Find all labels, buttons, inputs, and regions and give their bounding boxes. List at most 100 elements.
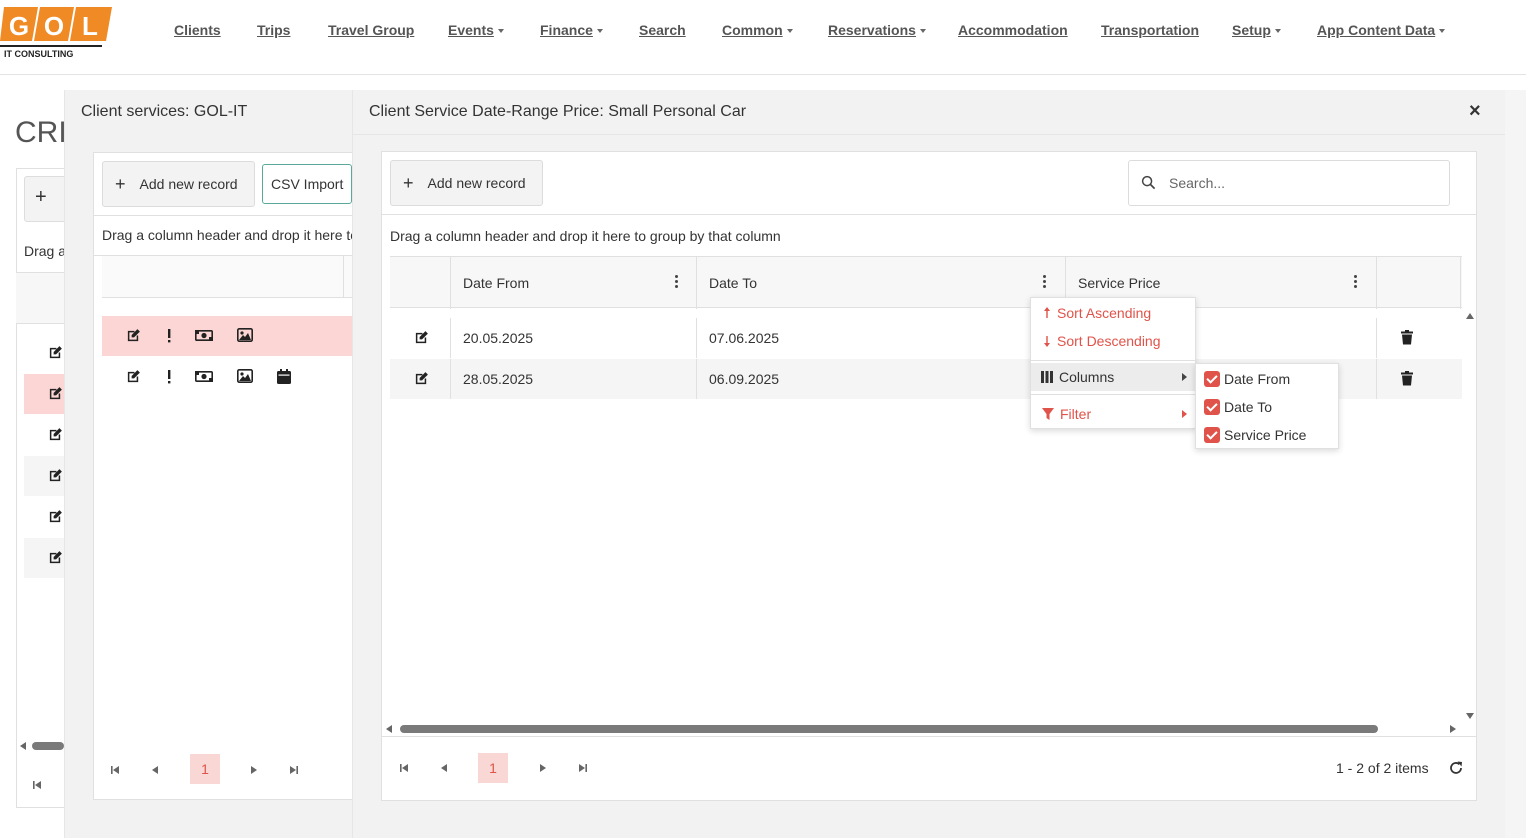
nav-app-content-data[interactable]: App Content Data [1317, 22, 1446, 38]
nav-finance[interactable]: Finance [540, 22, 603, 38]
plus-icon: + [403, 173, 414, 193]
next-page-icon[interactable] [539, 763, 547, 773]
image-icon[interactable] [237, 369, 253, 383]
scroll-left-icon[interactable] [20, 742, 26, 750]
add-new-record-button[interactable]: + Add new record [390, 160, 543, 206]
csv-import-button[interactable]: CSV Import [262, 164, 353, 204]
divider [382, 214, 1476, 215]
column-menu-icon[interactable] [1354, 275, 1358, 289]
gol-logo[interactable]: G O L IT CONSULTING [0, 5, 112, 59]
checkbox-checked-icon[interactable] [1204, 399, 1220, 415]
search-box[interactable] [1128, 160, 1450, 206]
plus-icon: + [115, 174, 126, 194]
current-page[interactable]: 1 [478, 753, 508, 783]
nav-events[interactable]: Events [448, 22, 504, 38]
vertical-scrollbar[interactable] [1464, 312, 1476, 722]
current-page[interactable]: 1 [190, 754, 220, 784]
nav-common[interactable]: Common [722, 22, 793, 38]
first-page-icon[interactable] [399, 763, 409, 773]
window-title: Client Service Date-Range Price: Small P… [369, 103, 747, 120]
first-page-icon[interactable] [110, 765, 120, 775]
nav-setup[interactable]: Setup [1232, 22, 1281, 38]
money-icon[interactable] [195, 371, 213, 382]
trash-icon[interactable] [1401, 371, 1413, 386]
scroll-left-icon[interactable] [386, 725, 392, 733]
grid-header [102, 256, 364, 298]
sort-descending-option[interactable]: Sort Descending [1031, 327, 1195, 355]
columns-option[interactable]: Columns [1031, 363, 1195, 391]
filter-icon [1042, 408, 1054, 420]
column-toggle-date-from[interactable]: Date From [1196, 365, 1338, 393]
last-page-icon[interactable] [289, 765, 299, 775]
column-header-date-to[interactable]: Date To [697, 257, 1065, 309]
edit-icon[interactable] [48, 386, 63, 401]
cell-date-to: 06.09.2025 [709, 371, 780, 387]
last-page-icon[interactable] [578, 763, 588, 773]
nav-trips[interactable]: Trips [257, 22, 290, 38]
divider [382, 736, 1476, 737]
edit-icon[interactable] [126, 328, 141, 343]
column-toggle-service-price[interactable]: Service Price [1196, 421, 1338, 449]
client-services-window: Client services: GOL-IT + Add new record … [64, 90, 365, 838]
trash-icon[interactable] [1401, 330, 1413, 345]
table-row[interactable] [102, 316, 364, 356]
edit-icon[interactable] [48, 468, 63, 483]
filter-option[interactable]: Filter [1031, 400, 1195, 428]
grid-header: Date From Date To Service Price [390, 256, 1462, 309]
top-navbar: G O L IT CONSULTING Clients Trips Travel… [0, 0, 1526, 75]
edit-icon[interactable] [126, 369, 141, 384]
exclamation-icon[interactable] [166, 369, 172, 384]
next-page-icon[interactable] [250, 765, 258, 775]
edit-icon[interactable] [414, 371, 429, 386]
submenu-arrow-icon [1182, 373, 1187, 381]
checkbox-checked-icon[interactable] [1204, 427, 1220, 443]
nav-search[interactable]: Search [639, 22, 686, 38]
edit-icon[interactable] [48, 427, 63, 442]
edit-icon[interactable] [48, 509, 63, 524]
sort-ascending-option[interactable]: Sort Ascending [1031, 299, 1195, 327]
nav-accommodation[interactable]: Accommodation [958, 22, 1068, 38]
money-icon[interactable] [195, 330, 213, 341]
edit-icon[interactable] [48, 550, 63, 565]
scroll-thumb[interactable] [400, 725, 1378, 733]
group-drop-area[interactable]: Drag a column header and drop it here to… [390, 228, 781, 244]
submenu-arrow-icon [1182, 410, 1187, 418]
edit-icon[interactable] [48, 345, 63, 360]
checkbox-checked-icon[interactable] [1204, 371, 1220, 387]
date-range-price-window: Client Service Date-Range Price: Small P… [352, 90, 1505, 838]
nav-clients[interactable]: Clients [174, 22, 221, 38]
table-row[interactable]: 20.05.2025 07.06.2025 [390, 318, 1462, 358]
add-new-record-button[interactable]: + Add new record [102, 161, 255, 207]
previous-page-icon[interactable] [151, 765, 159, 775]
previous-page-icon[interactable] [440, 763, 448, 773]
caret-down-icon [497, 29, 504, 34]
table-row[interactable] [102, 357, 364, 397]
nav-reservations[interactable]: Reservations [828, 22, 926, 38]
column-menu-icon[interactable] [675, 275, 679, 289]
group-drop-area[interactable]: Drag a column header and drop it here to [102, 227, 358, 243]
edit-icon[interactable] [414, 330, 429, 345]
scroll-up-icon[interactable] [1465, 312, 1475, 320]
exclamation-icon[interactable] [166, 328, 172, 343]
nav-transportation[interactable]: Transportation [1101, 22, 1199, 38]
background-horizontal-scrollbar[interactable] [18, 741, 64, 751]
nav-travel-group[interactable]: Travel Group [328, 22, 414, 38]
background-add-button[interactable]: + [24, 176, 68, 222]
calendar-icon[interactable] [277, 369, 291, 384]
scroll-right-icon[interactable] [1450, 725, 1456, 733]
scroll-thumb[interactable] [32, 742, 64, 750]
caret-down-icon [596, 29, 603, 34]
logo-letter-l: L [82, 11, 98, 41]
image-icon[interactable] [237, 328, 253, 342]
column-toggle-date-to[interactable]: Date To [1196, 393, 1338, 421]
search-input[interactable] [1167, 171, 1437, 195]
column-header-date-from[interactable]: Date From [451, 257, 696, 309]
close-icon[interactable]: × [1469, 100, 1481, 123]
refresh-icon[interactable] [1448, 760, 1464, 776]
column-menu-icon[interactable] [1043, 275, 1047, 289]
logo-subtitle: IT CONSULTING [4, 49, 73, 59]
scroll-down-icon[interactable] [1465, 712, 1475, 720]
date-range-price-grid: +Add new record Drag a column header and… [381, 151, 1477, 801]
horizontal-scrollbar[interactable] [384, 722, 1460, 736]
first-page-icon[interactable] [32, 780, 42, 790]
